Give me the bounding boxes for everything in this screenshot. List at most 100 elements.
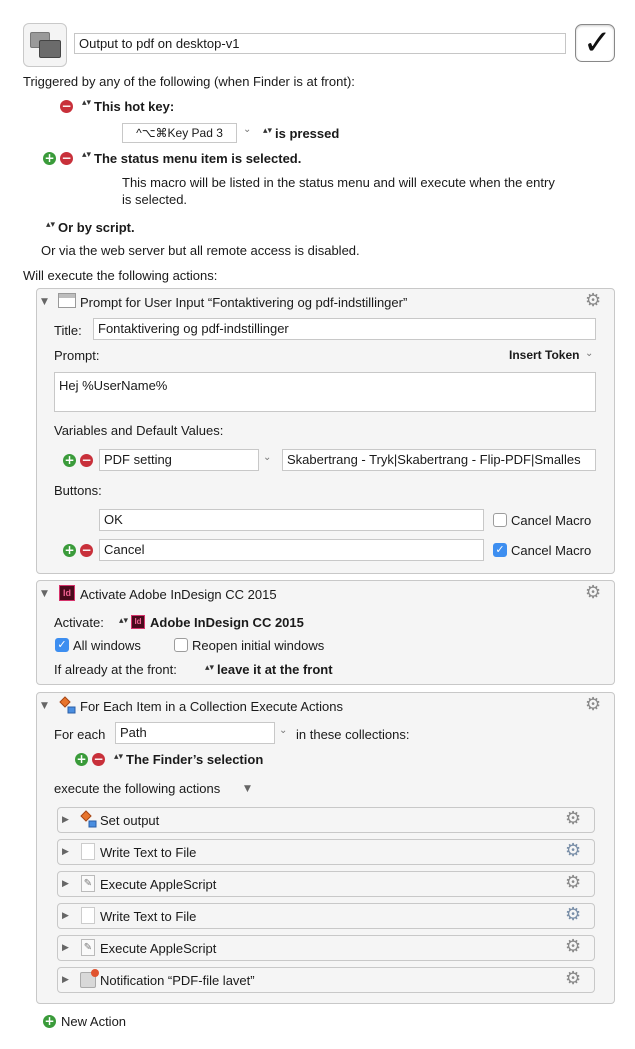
all-windows-checkbox[interactable]: ✓ — [55, 638, 69, 652]
expand-triangle-icon[interactable]: ▶ — [62, 815, 69, 825]
expand-triangle-icon[interactable]: ▶ — [62, 911, 69, 921]
cancel-macro-label-2: Cancel Macro — [511, 543, 592, 558]
if-front-value[interactable]: leave it at the front — [217, 662, 333, 677]
hotkey-state[interactable]: is pressed — [275, 126, 339, 141]
expand-triangle-icon[interactable]: ▶ — [62, 943, 69, 953]
cancel-macro-checkbox-1[interactable] — [493, 513, 507, 527]
execute-disclosure-icon[interactable]: ▼ — [244, 784, 251, 794]
status-menu-description-line1: This macro will be listed in the status … — [122, 175, 555, 190]
hotkey-label: This hot key: — [94, 99, 175, 114]
add-trigger-button[interactable]: + — [43, 152, 56, 165]
hotkey-state-stepper[interactable]: ▴▾ — [263, 127, 272, 136]
status-menu-description-line2: is selected. — [122, 192, 188, 207]
remove-variable-button[interactable]: − — [80, 454, 93, 467]
execute-following-label: execute the following actions — [54, 781, 221, 796]
reopen-windows-checkbox[interactable] — [174, 638, 188, 652]
sub-action-label: Set output — [100, 813, 160, 828]
gear-icon[interactable]: ⚙ — [565, 906, 581, 924]
macro-name-field[interactable]: Output to pdf on desktop-v1 — [74, 33, 566, 54]
for-each-variable-field[interactable]: Path — [115, 722, 275, 744]
add-button-button[interactable]: + — [63, 544, 76, 557]
cancel-macro-checkbox-2[interactable]: ✓ — [493, 543, 507, 557]
sub-action-label: Notification “PDF-file lavet” — [100, 973, 255, 988]
button-2-field[interactable]: Cancel — [99, 539, 484, 561]
remove-status-menu-button[interactable]: − — [60, 152, 73, 165]
collapse-triangle-icon[interactable]: ▼ — [41, 701, 48, 711]
script-trigger-stepper[interactable]: ▴▾ — [46, 221, 55, 230]
or-by-script-label[interactable]: Or by script. — [58, 220, 135, 235]
app-select-stepper[interactable]: ▴▾ — [119, 617, 128, 626]
checkmark-icon: ✓ — [583, 23, 612, 63]
variable-chevron-icon[interactable]: ⌄ — [263, 452, 271, 463]
status-menu-label: The status menu item is selected. — [94, 151, 302, 166]
prompt-action-title[interactable]: Prompt for User Input “Fontaktivering og… — [80, 295, 407, 310]
set-variable-icon — [80, 810, 97, 828]
sub-action-label: Write Text to File — [100, 845, 197, 860]
all-windows-label: All windows — [73, 638, 141, 653]
web-server-note: Or via the web server but all remote acc… — [41, 243, 360, 258]
variables-label: Variables and Default Values: — [54, 423, 224, 438]
buttons-label: Buttons: — [54, 483, 102, 498]
macro-enable-checkbox[interactable]: ✓ — [575, 24, 615, 62]
variable-default-field[interactable]: Skabertrang - Tryk|Skabertrang - Flip-PD… — [282, 449, 596, 471]
macro-group-icon[interactable] — [23, 23, 67, 67]
expand-triangle-icon[interactable]: ▶ — [62, 975, 69, 985]
for-each-action-title[interactable]: For Each Item in a Collection Execute Ac… — [80, 699, 343, 714]
sub-action-label: Execute AppleScript — [100, 877, 217, 892]
prompt-label: Prompt: — [54, 348, 100, 363]
expand-triangle-icon[interactable]: ▶ — [62, 847, 69, 857]
chevron-down-icon[interactable]: ⌄ — [585, 348, 593, 359]
reopen-windows-label: Reopen initial windows — [192, 638, 325, 653]
gear-icon[interactable]: ⚙ — [565, 842, 581, 860]
activate-label: Activate: — [54, 615, 104, 630]
notification-icon — [80, 969, 99, 988]
gear-icon[interactable]: ⚙ — [585, 584, 601, 602]
prompt-text-area[interactable]: Hej %UserName% — [54, 372, 596, 412]
indesign-small-icon: Id — [131, 615, 145, 629]
gear-icon[interactable]: ⚙ — [585, 292, 601, 310]
gear-icon[interactable]: ⚙ — [565, 874, 581, 892]
for-each-label: For each — [54, 727, 106, 742]
remove-hotkey-button[interactable]: − — [60, 100, 73, 113]
activate-action-title[interactable]: Activate Adobe InDesign CC 2015 — [80, 587, 277, 602]
variable-chevron-icon[interactable]: ⌄ — [279, 725, 287, 736]
hotkey-trigger-stepper[interactable]: ▴▾ — [82, 99, 91, 108]
collection-type[interactable]: The Finder’s selection — [126, 752, 263, 767]
prompt-window-icon — [58, 293, 76, 308]
triggered-by-label: Triggered by any of the following (when … — [23, 74, 355, 89]
expand-triangle-icon[interactable]: ▶ — [62, 879, 69, 889]
prompt-title-field[interactable]: Fontaktivering og pdf-indstillinger — [93, 318, 596, 340]
will-execute-label: Will execute the following actions: — [23, 268, 218, 283]
app-name[interactable]: Adobe InDesign CC 2015 — [150, 615, 304, 630]
applescript-icon: ✎ — [81, 875, 95, 892]
collapse-triangle-icon[interactable]: ▼ — [41, 589, 48, 599]
remove-collection-button[interactable]: − — [92, 753, 105, 766]
document-icon — [81, 843, 95, 860]
indesign-app-icon: Id — [59, 585, 75, 601]
insert-token-menu[interactable]: Insert Token — [509, 348, 579, 362]
if-front-label: If already at the front: — [54, 662, 177, 677]
hotkey-field[interactable]: ^⌥⌘Key Pad 3 — [122, 123, 237, 143]
collection-stepper[interactable]: ▴▾ — [114, 753, 123, 762]
cancel-macro-label-1: Cancel Macro — [511, 513, 592, 528]
variable-name-field[interactable]: PDF setting — [99, 449, 259, 471]
gear-icon[interactable]: ⚙ — [585, 696, 601, 714]
collection-icon — [59, 696, 76, 714]
button-1-field[interactable]: OK — [99, 509, 484, 531]
document-icon — [81, 907, 95, 924]
remove-button-button[interactable]: − — [80, 544, 93, 557]
status-menu-stepper[interactable]: ▴▾ — [82, 151, 91, 160]
sub-action-label: Write Text to File — [100, 909, 197, 924]
gear-icon[interactable]: ⚙ — [565, 810, 581, 828]
new-action-plus-icon[interactable]: + — [43, 1015, 56, 1028]
hotkey-chevron-icon[interactable]: ⌄ — [243, 124, 251, 135]
title-label: Title: — [54, 323, 82, 338]
new-action-button[interactable]: New Action — [61, 1014, 126, 1029]
collapse-triangle-icon[interactable]: ▼ — [41, 297, 48, 307]
add-variable-button[interactable]: + — [63, 454, 76, 467]
gear-icon[interactable]: ⚙ — [565, 970, 581, 988]
add-collection-button[interactable]: + — [75, 753, 88, 766]
applescript-icon: ✎ — [81, 939, 95, 956]
if-front-stepper[interactable]: ▴▾ — [205, 664, 214, 673]
gear-icon[interactable]: ⚙ — [565, 938, 581, 956]
